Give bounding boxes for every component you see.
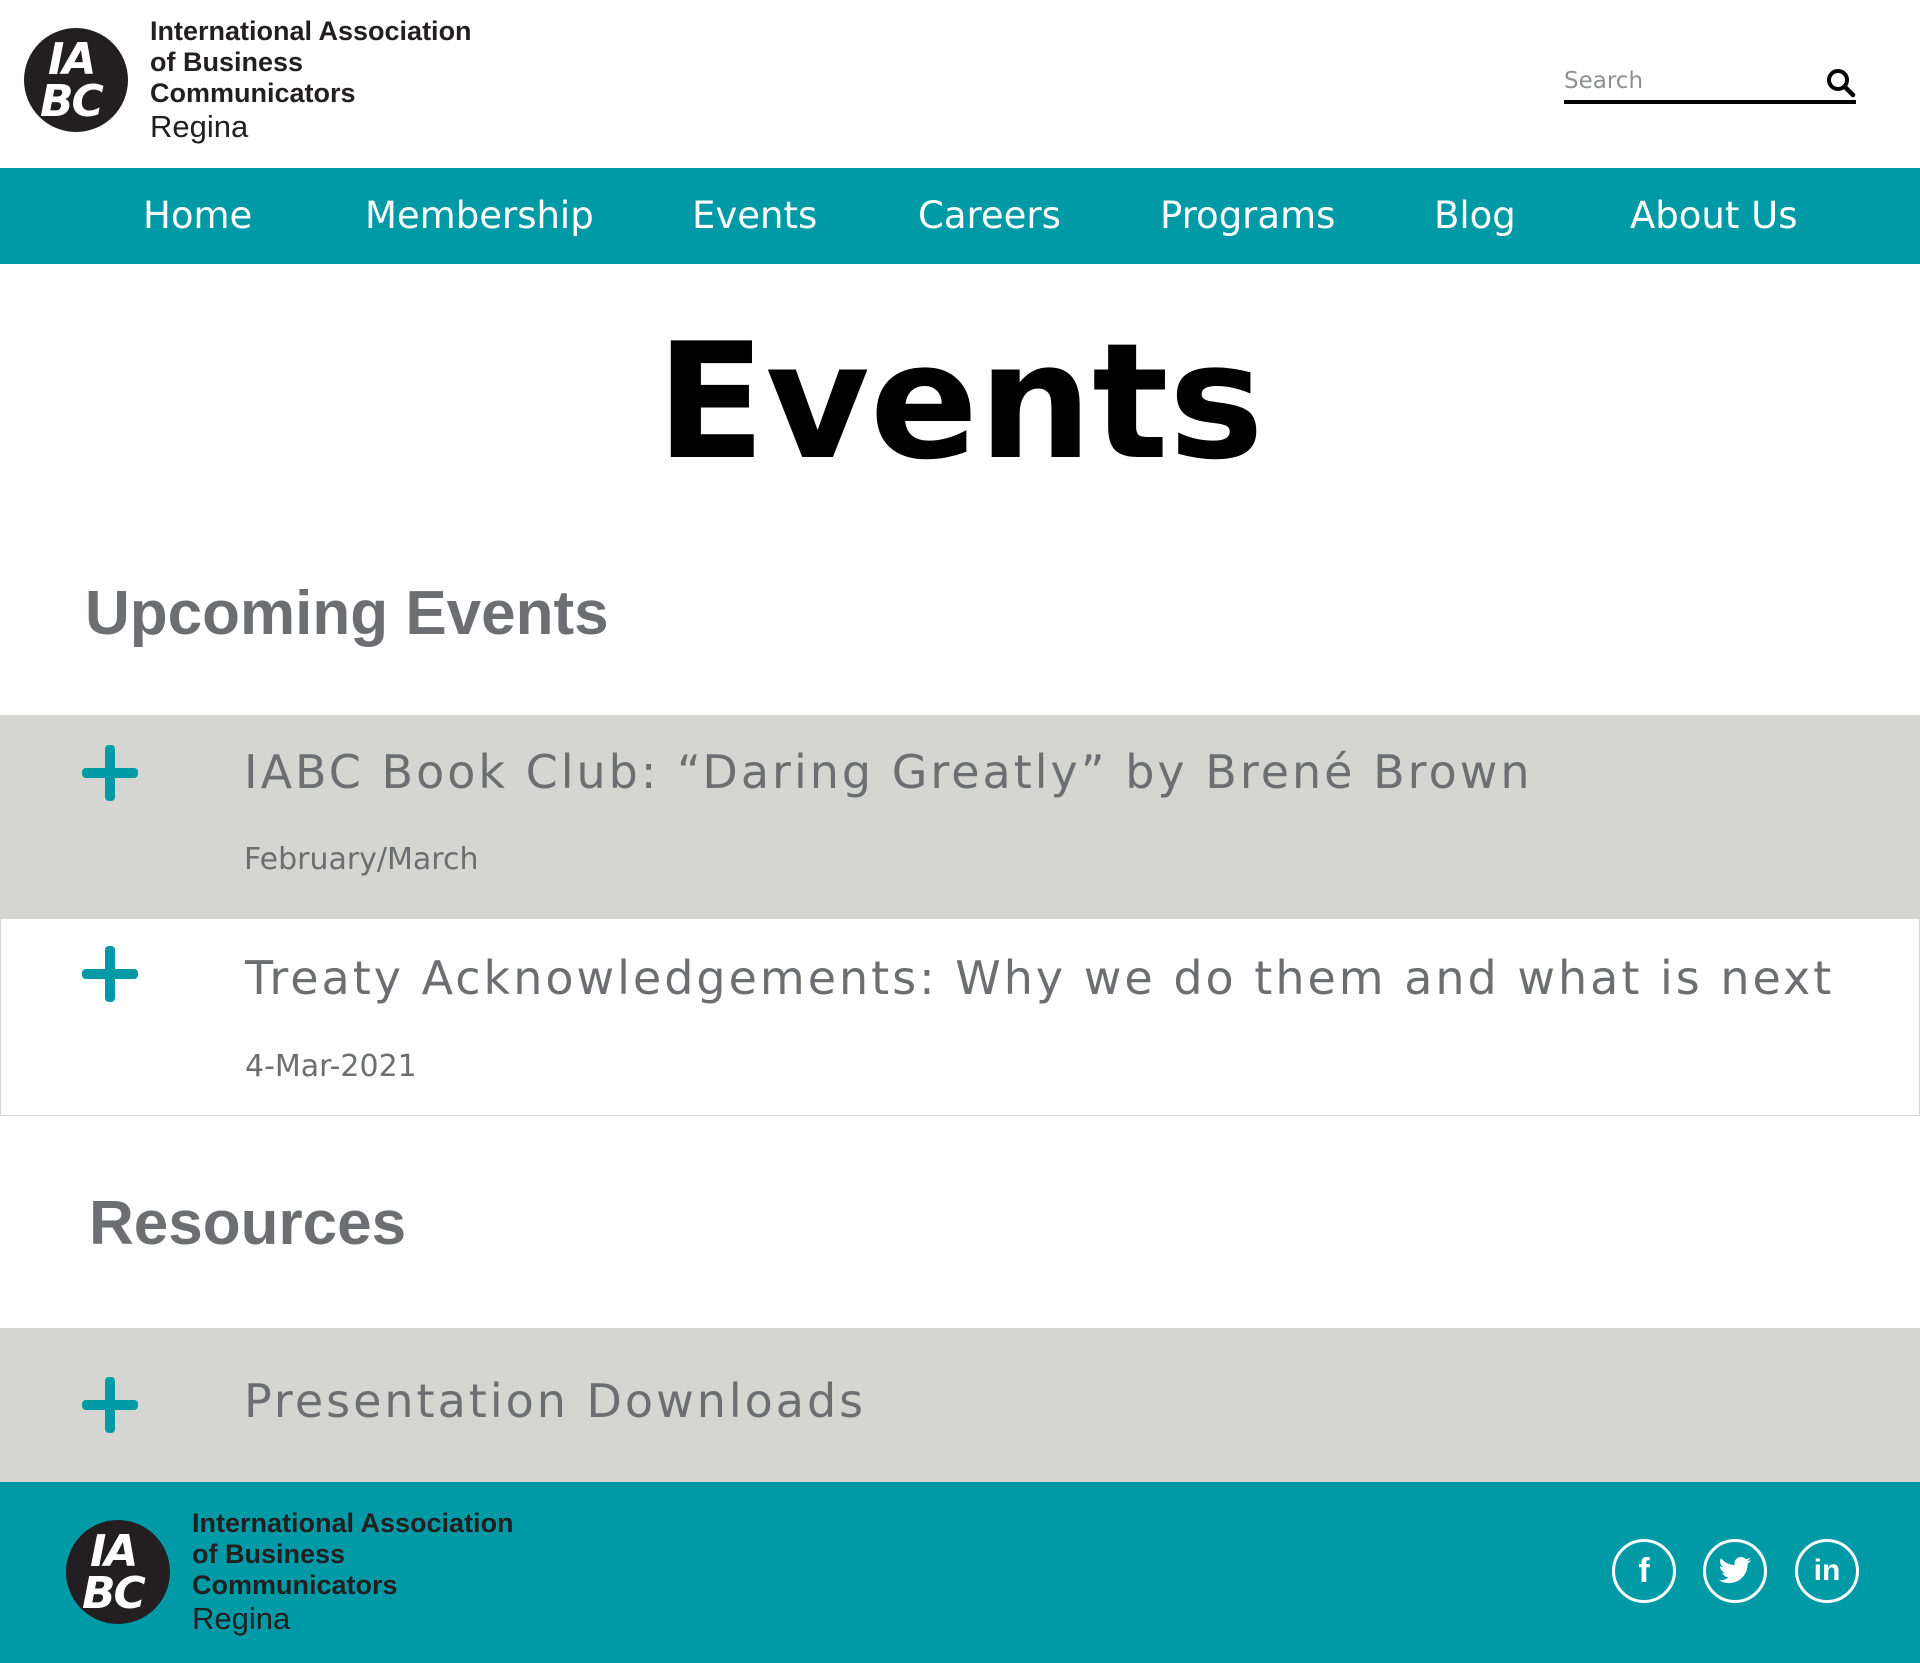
search-input[interactable] — [1564, 62, 1814, 100]
logo-mark-line2: BC — [40, 76, 104, 127]
nav-item-home[interactable]: Home — [143, 168, 252, 264]
plus-icon[interactable] — [82, 745, 138, 801]
accordion-title[interactable]: IABC Book Club: “Daring Greatly” by Bren… — [244, 745, 1532, 799]
nav-item-about-us[interactable]: About Us — [1630, 168, 1798, 264]
accordion-date: February/March — [244, 842, 479, 877]
accordion-title[interactable]: Treaty Acknowledgements: Why we do them … — [245, 951, 1834, 1005]
nav-item-membership[interactable]: Membership — [365, 168, 594, 264]
site-header: IA BC International Association of Busin… — [0, 0, 1920, 168]
accordion-date: 4-Mar-2021 — [245, 1049, 417, 1084]
site-logo[interactable]: IA BC International Association of Busin… — [24, 16, 476, 144]
facebook-icon[interactable]: f — [1612, 1539, 1676, 1603]
logo-text-line3: Regina — [192, 1600, 291, 1636]
logo-text: International Association of Business Co… — [150, 16, 476, 145]
accordion-title[interactable]: Presentation Downloads — [244, 1374, 866, 1428]
main-nav: Home Membership Events Careers Programs … — [0, 168, 1920, 264]
logo-mark-line2: BC — [82, 1568, 146, 1619]
resources-heading: Resources — [89, 1189, 407, 1258]
upcoming-events-heading: Upcoming Events — [85, 579, 609, 648]
logo-text-line2: of Business Communicators — [192, 1538, 398, 1600]
facebook-glyph: f — [1638, 1551, 1650, 1590]
logo-text-line2: of Business Communicators — [150, 46, 356, 108]
linkedin-icon[interactable]: in — [1795, 1539, 1859, 1603]
logo-text-line1: International Association — [150, 15, 472, 46]
page-title: Events — [656, 308, 1264, 495]
logo-text-line3: Regina — [150, 108, 249, 144]
nav-item-events[interactable]: Events — [692, 168, 817, 264]
footer-logo[interactable]: IA BC International Association of Busin… — [66, 1508, 518, 1636]
search-box — [1564, 62, 1856, 104]
nav-item-programs[interactable]: Programs — [1160, 168, 1335, 264]
site-footer: IA BC International Association of Busin… — [0, 1482, 1920, 1663]
logo-text: International Association of Business Co… — [192, 1508, 518, 1637]
plus-icon[interactable] — [82, 1377, 138, 1433]
nav-item-blog[interactable]: Blog — [1434, 168, 1516, 264]
nav-item-careers[interactable]: Careers — [918, 168, 1061, 264]
accordion-item[interactable]: Presentation Downloads — [0, 1328, 1920, 1482]
plus-icon[interactable] — [82, 946, 138, 1002]
accordion-item[interactable]: Treaty Acknowledgements: Why we do them … — [0, 918, 1920, 1116]
logo-text-line1: International Association — [192, 1507, 514, 1538]
accordion-item[interactable]: IABC Book Club: “Daring Greatly” by Bren… — [0, 715, 1920, 918]
search-icon[interactable] — [1826, 68, 1856, 98]
linkedin-glyph: in — [1813, 1554, 1841, 1587]
twitter-icon[interactable] — [1703, 1539, 1767, 1603]
logo-mark: IA BC — [66, 1520, 170, 1624]
twitter-bird-icon — [1718, 1557, 1751, 1584]
logo-mark: IA BC — [24, 28, 128, 132]
